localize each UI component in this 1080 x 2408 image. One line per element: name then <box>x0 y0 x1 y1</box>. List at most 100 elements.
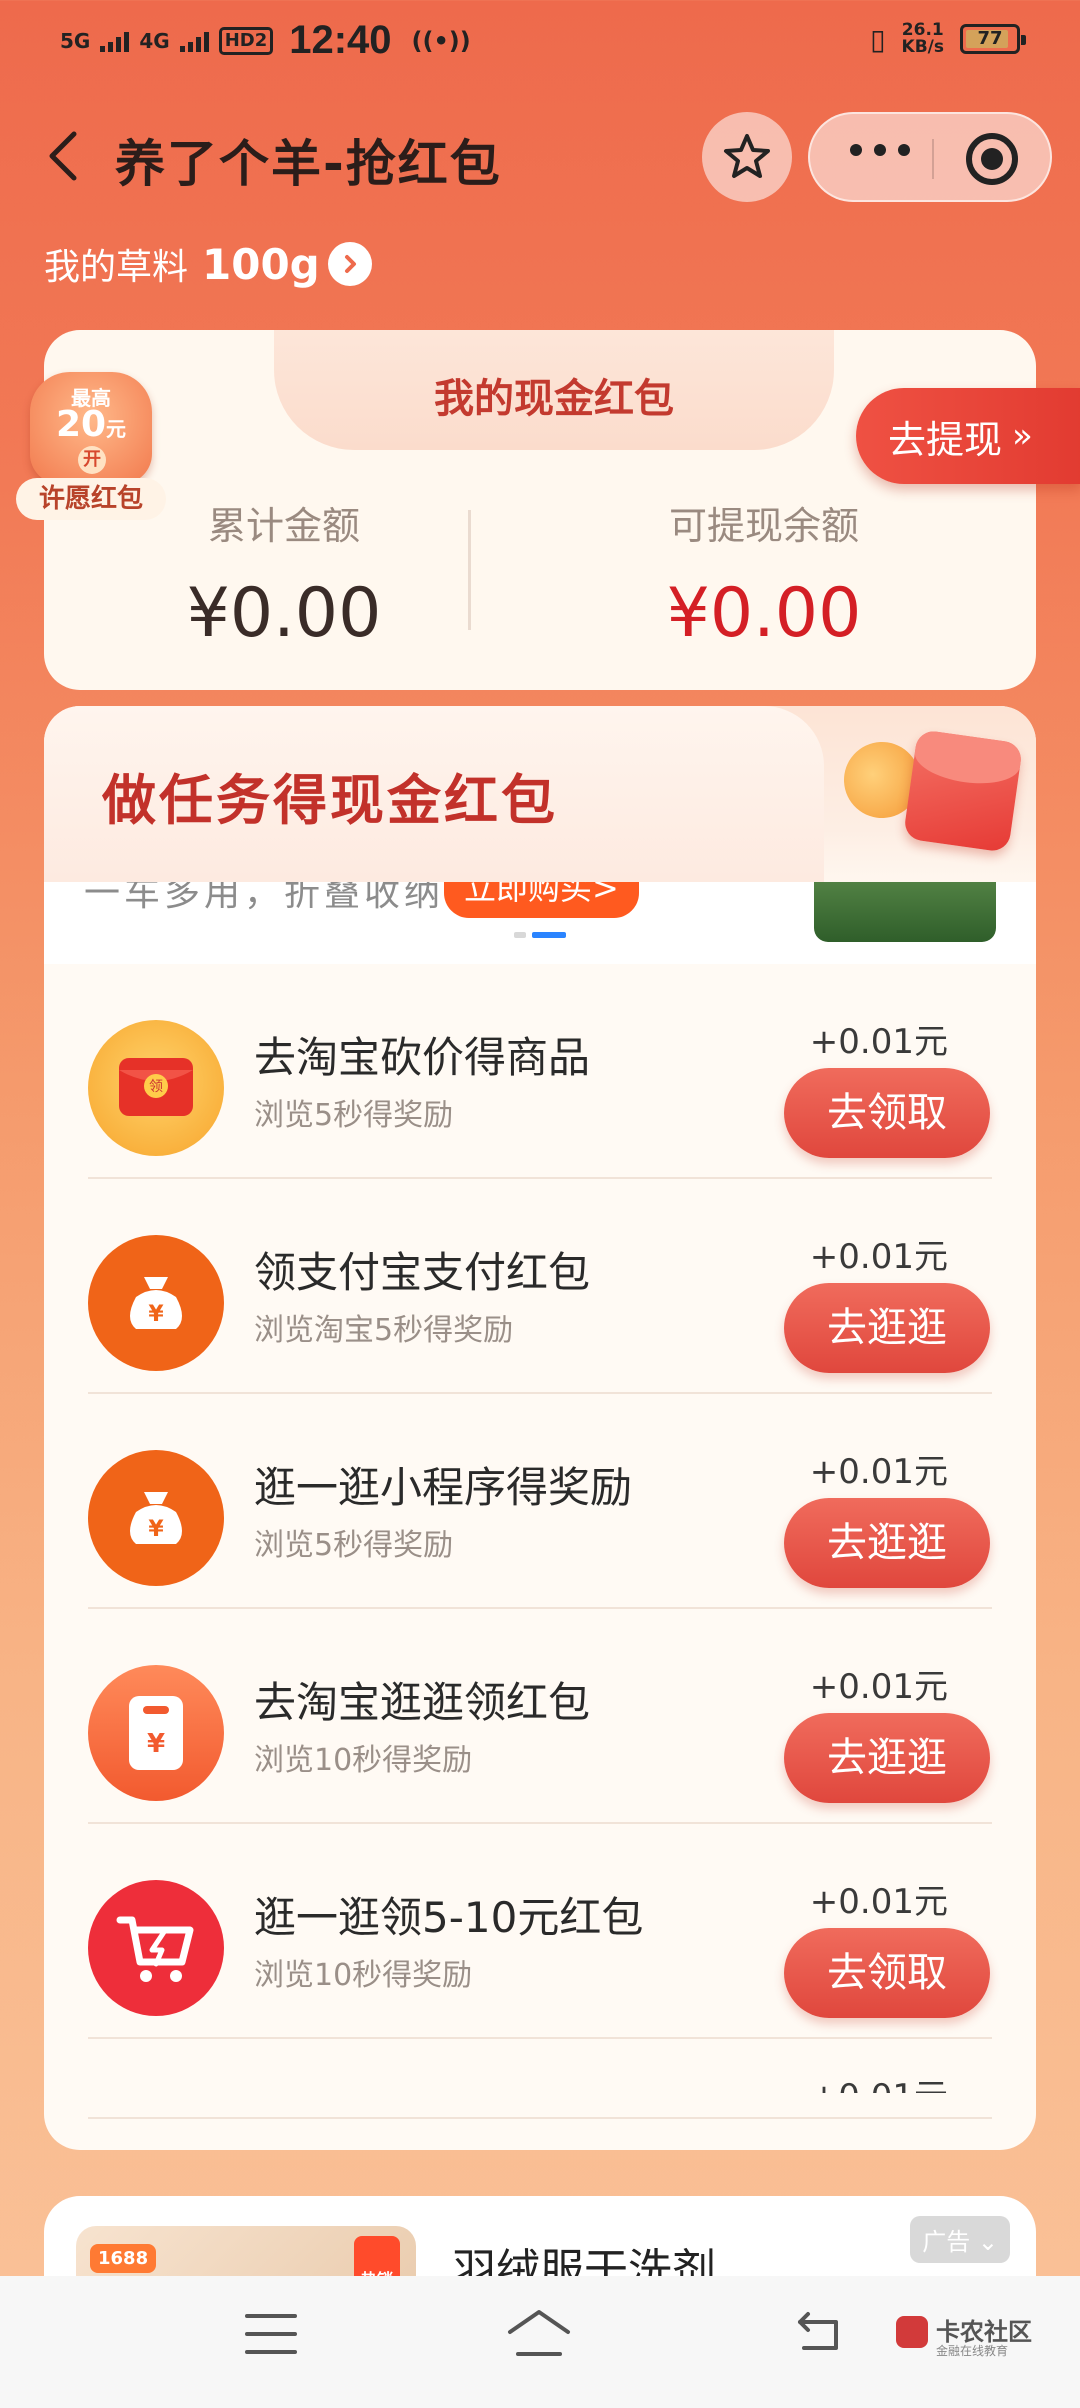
task-browse-button[interactable]: 去逛逛 <box>784 1283 990 1373</box>
money-bag-icon: ¥ <box>88 1235 224 1371</box>
wish-amount: 20元 <box>30 404 152 445</box>
banner-text: 一车多用，折叠收纳 <box>84 882 445 914</box>
capsule-divider <box>932 139 934 179</box>
signal-4g-label: 4G <box>139 28 170 53</box>
task-list: 领 去淘宝砍价得商品 浏览5秒得奖励 +0.01元 去领取 ¥ 领支付宝支付红包… <box>44 964 1036 2119</box>
task-reward: +0.01元 <box>809 1667 948 1707</box>
task-name: 去淘宝砍价得商品 <box>254 1033 591 1082</box>
status-left: 5G 4G HD2 12:40 ((•)) <box>60 18 471 63</box>
community-watermark: 卡农社区 金融在线教育 <box>896 2312 1036 2372</box>
home-icon[interactable] <box>504 2306 574 2362</box>
status-right: ▯ 26.1 KB/s 77 <box>870 22 1026 56</box>
task-claim-button[interactable]: 去领取 <box>784 1928 990 2018</box>
watermark-logo-icon <box>896 2316 928 2348</box>
capsule-menu <box>808 112 1052 202</box>
cash-title: 我的现金红包 <box>434 376 674 422</box>
flash-cart-icon <box>88 1880 224 2016</box>
grass-value: 100g <box>202 239 320 289</box>
signal-bars-icon-2 <box>179 30 209 52</box>
total-amount-label: 累计金额 <box>207 504 360 548</box>
task-row: ¥ 去淘宝逛逛领红包 浏览10秒得奖励 +0.01元 去逛逛 <box>44 1609 1036 1824</box>
banner-dot <box>514 932 526 938</box>
task-desc: 浏览淘宝5秒得奖励 <box>254 1313 514 1348</box>
close-target-icon[interactable] <box>966 133 1018 185</box>
chevron-right-icon[interactable] <box>327 242 372 286</box>
ad-tag-label: 广告 <box>922 2228 971 2256</box>
svg-text:¥: ¥ <box>148 1517 164 1542</box>
back-icon[interactable] <box>794 2306 846 2356</box>
withdraw-button[interactable]: 去提现 » <box>856 388 1080 484</box>
task-row-partial: +0.01元 <box>44 2039 1036 2119</box>
task-reward: +0.01元 <box>810 2069 948 2093</box>
wish-open-badge: 开 <box>78 446 106 474</box>
task-row: 逛一逛领5-10元红包 浏览10秒得奖励 +0.01元 去领取 <box>44 1824 1036 2039</box>
speed-unit: KB/s <box>901 37 944 57</box>
page-title: 养了个羊-抢红包 <box>115 135 502 193</box>
total-amount-value: ¥0.00 <box>186 574 382 653</box>
ad-banner[interactable]: 一车多用，折叠收纳 立即购买> <box>44 882 1036 964</box>
banner-product-image <box>814 882 996 942</box>
favorite-button[interactable] <box>702 112 792 202</box>
banner-pagination <box>514 932 566 938</box>
task-reward: +0.01元 <box>809 1882 948 1922</box>
wish-envelope-icon: 最高 20元 开 <box>30 372 152 484</box>
svg-text:¥: ¥ <box>147 1729 165 1759</box>
task-row: ¥ 逛一逛小程序得奖励 浏览5秒得奖励 +0.01元 去逛逛 <box>44 1394 1036 1609</box>
wifi-calling-icon: ((•)) <box>411 26 471 55</box>
task-browse-button[interactable]: 去逛逛 <box>784 1498 990 1588</box>
yuan-card-icon: ¥ <box>88 1665 224 1801</box>
task-reward: +0.01元 <box>809 1452 948 1492</box>
task-name: 领支付宝支付红包 <box>254 1248 591 1297</box>
task-desc: 浏览10秒得奖励 <box>254 1743 473 1778</box>
cash-title-tab: 我的现金红包 <box>274 330 834 450</box>
ad-tag[interactable]: 广告 ⌄ <box>910 2216 1010 2263</box>
watermark-subtext: 金融在线教育 <box>936 2344 1009 2358</box>
hd-badge: HD2 <box>218 26 274 55</box>
total-amount-stat: 累计金额 ¥0.00 <box>134 495 434 653</box>
menu-icon[interactable] <box>245 2314 297 2354</box>
available-balance-value: ¥0.00 <box>666 574 862 653</box>
more-icon[interactable] <box>850 144 910 156</box>
battery-icon: 77 <box>960 24 1026 54</box>
available-balance-label: 可提现余额 <box>668 504 859 548</box>
withdraw-label: 去提现 <box>888 417 1003 462</box>
banner-buy-button[interactable]: 立即购买> <box>444 882 639 918</box>
ad-1688-badge: 1688 <box>90 2244 157 2273</box>
stat-divider <box>468 510 471 630</box>
task-row: 领 去淘宝砍价得商品 浏览5秒得奖励 +0.01元 去领取 <box>44 964 1036 1179</box>
svg-text:¥: ¥ <box>148 1302 164 1327</box>
cash-red-packet-card: 我的现金红包 累计金额 ¥0.00 可提现余额 ¥0.00 <box>44 330 1036 690</box>
mini-program-nav: 养了个羊-抢红包 <box>0 100 1080 210</box>
task-claim-button[interactable]: 去领取 <box>784 1068 990 1158</box>
my-grass-row[interactable]: 我的草料 100g <box>44 238 372 290</box>
banner-dot-active <box>532 932 566 938</box>
red-envelope-icon: 领 <box>88 1020 224 1156</box>
task-name: 去淘宝逛逛领红包 <box>254 1678 591 1727</box>
grass-label: 我的草料 <box>44 247 189 288</box>
status-bar: 5G 4G HD2 12:40 ((•)) ▯ 26.1 KB/s 77 <box>0 0 1080 80</box>
task-reward: +0.01元 <box>809 1237 948 1277</box>
task-name: 逛一逛领5-10元红包 <box>254 1893 644 1942</box>
wish-red-packet-badge[interactable]: 最高 20元 开 许愿红包 <box>16 372 166 522</box>
wish-amount-unit: 元 <box>106 417 127 441</box>
task-section-title: 做任务得现金红包 <box>102 769 558 832</box>
network-speed: 26.1 KB/s <box>902 22 944 56</box>
task-browse-button[interactable]: 去逛逛 <box>784 1713 990 1803</box>
task-card: 做任务得现金红包 一车多用，折叠收纳 立即购买> 领 去淘宝砍价得商品 浏览5秒… <box>44 706 1036 2150</box>
signal-bars-icon <box>100 30 130 52</box>
available-balance-stat: 可提现余额 ¥0.00 <box>584 495 944 653</box>
clock: 12:40 <box>289 18 392 62</box>
svg-text:领: 领 <box>149 1079 163 1095</box>
system-nav-bar: 卡农社区 金融在线教育 <box>0 2276 1080 2408</box>
task-header: 做任务得现金红包 <box>44 706 1036 882</box>
wish-amount-value: 20 <box>55 404 107 445</box>
task-reward: +0.01元 <box>809 1022 948 1062</box>
task-desc: 浏览10秒得奖励 <box>254 1958 473 1993</box>
task-row: ¥ 领支付宝支付红包 浏览淘宝5秒得奖励 +0.01元 去逛逛 <box>44 1179 1036 1394</box>
signal-5g-label: 5G <box>60 28 91 53</box>
task-desc: 浏览5秒得奖励 <box>254 1098 454 1133</box>
double-chevron-icon: » <box>1012 416 1033 456</box>
red-envelope-decoration-icon <box>902 729 1024 853</box>
back-arrow-icon[interactable] <box>40 126 90 186</box>
vibrate-icon: ▯ <box>870 22 886 56</box>
